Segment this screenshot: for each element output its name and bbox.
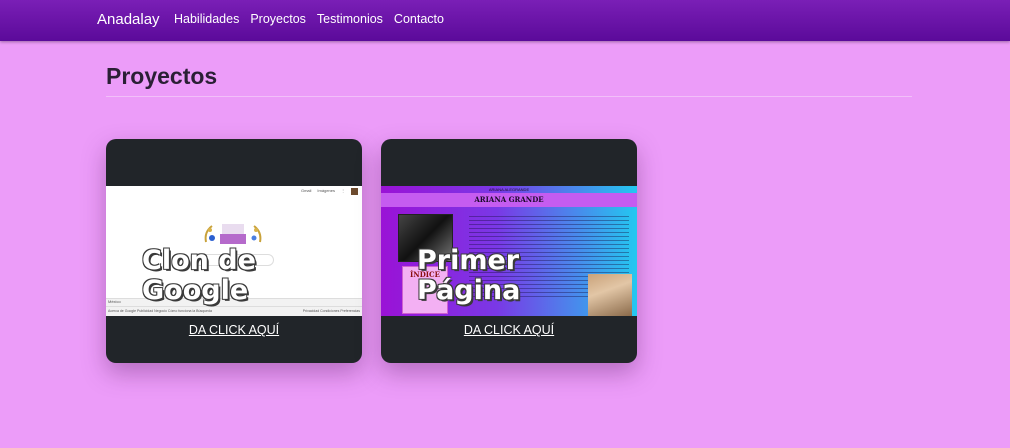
thumbnail-header: ARIANA GRANDE [474, 195, 544, 204]
thumbnail-kicker: ARIANA ALEGRANDE [488, 187, 530, 192]
avatar [351, 188, 358, 195]
nav-link-contacto[interactable]: Contacto [394, 12, 444, 26]
brand-link[interactable]: Anadalay [97, 11, 160, 28]
portrait-image [588, 274, 632, 316]
card-link-button[interactable]: DA CLICK AQUÍ [381, 323, 637, 337]
nav-link-proyectos[interactable]: Proyectos [250, 12, 306, 26]
thumbnail-footer-left: Acerca de Google Publicidad Negocio Cómo… [108, 309, 212, 313]
thumbnail-footer-right: Privacidad Condiciones Preferencias [302, 309, 360, 313]
thumbnail-footer-links: Acerca de Google Publicidad Negocio Cómo… [106, 306, 362, 316]
card-title: Clon de Google [142, 246, 256, 306]
card-title-line1: Primer [417, 245, 520, 276]
card-link-button[interactable]: DA CLICK AQUÍ [106, 323, 362, 337]
card-title: Primer Página [417, 246, 520, 306]
thumbnail-topbar: Gmail Imágenes ⋮ [301, 188, 358, 195]
section-title: Proyectos [106, 63, 218, 89]
navbar: Anadalay Habilidades Proyectos Testimoni… [0, 0, 1010, 41]
card-title-line2: Página [417, 275, 521, 306]
nav-links: Habilidades Proyectos Testimonios Contac… [174, 12, 455, 26]
grid-icon: ⋮ [341, 188, 345, 193]
thumbnail-link-gmail: Gmail [300, 188, 312, 193]
thumbnail-link-images: Imágenes [317, 188, 335, 193]
nav-link-testimonios[interactable]: Testimonios [317, 12, 383, 26]
project-card-google: Gmail Imágenes ⋮ México Acerca de Google… [106, 139, 362, 363]
card-title-line2: Google [142, 275, 249, 306]
nav-link-habilidades[interactable]: Habilidades [174, 12, 239, 26]
card-title-line1: Clon de [142, 245, 256, 276]
project-thumbnail-google[interactable]: Gmail Imágenes ⋮ México Acerca de Google… [106, 186, 362, 316]
project-card-ariana: ARIANA ALEGRANDE ARIANA GRANDE ÍNDICE Pr… [381, 139, 637, 363]
project-thumbnail-ariana[interactable]: ARIANA ALEGRANDE ARIANA GRANDE ÍNDICE Pr… [381, 186, 637, 316]
divider [106, 96, 912, 97]
